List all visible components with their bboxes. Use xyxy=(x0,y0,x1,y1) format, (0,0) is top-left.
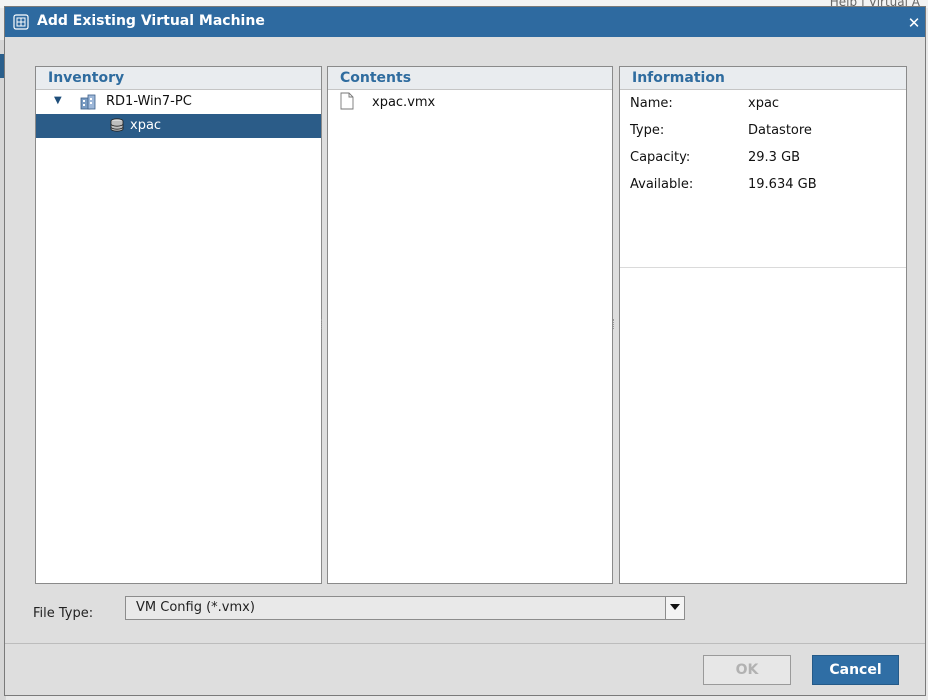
add-existing-vm-dialog: Add Existing Virtual Machine ✕ Inventory… xyxy=(4,6,926,696)
information-header: Information xyxy=(620,67,906,90)
file-type-label: File Type: xyxy=(33,606,94,621)
splitter-handle[interactable] xyxy=(321,319,324,329)
tree-item-datastore[interactable]: xpac xyxy=(36,114,321,138)
tree-item-label: xpac xyxy=(130,118,162,133)
file-type-value: VM Config (*.vmx) xyxy=(136,600,255,615)
inventory-header: Inventory xyxy=(36,67,321,90)
file-icon xyxy=(340,92,354,110)
info-label: Name: xyxy=(630,96,673,111)
info-label: Available: xyxy=(630,177,694,192)
tree-item-label: RD1-Win7-PC xyxy=(106,94,192,109)
close-icon[interactable]: ✕ xyxy=(906,15,922,31)
ok-button[interactable]: OK xyxy=(703,655,791,685)
splitter-handle[interactable] xyxy=(613,319,616,329)
host-icon xyxy=(80,94,96,110)
vm-add-icon xyxy=(13,14,29,30)
info-row-type: Type: Datastore xyxy=(620,117,906,144)
dialog-title: Add Existing Virtual Machine xyxy=(37,13,265,29)
info-value: Datastore xyxy=(748,123,812,138)
info-value: 19.634 GB xyxy=(748,177,817,192)
expand-arrow-icon[interactable]: ▼ xyxy=(54,95,62,106)
inventory-panel: Inventory ▼ RD1-Win7-PC xpac xyxy=(35,66,322,584)
file-name: xpac.vmx xyxy=(372,95,436,110)
info-row-available: Available: 19.634 GB xyxy=(620,171,906,198)
information-panel: Information Name: xpac Type: Datastore C… xyxy=(619,66,907,584)
info-divider xyxy=(620,267,906,268)
info-row-name: Name: xpac xyxy=(620,90,906,117)
chevron-down-icon[interactable] xyxy=(665,597,684,619)
tree-item-host[interactable]: ▼ RD1-Win7-PC xyxy=(36,90,321,114)
datastore-icon xyxy=(110,118,124,132)
footer-separator xyxy=(5,643,925,644)
file-type-select[interactable]: VM Config (*.vmx) xyxy=(125,596,685,620)
contents-panel: Contents xpac.vmx xyxy=(327,66,613,584)
dialog-titlebar[interactable]: Add Existing Virtual Machine ✕ xyxy=(5,7,925,37)
info-label: Capacity: xyxy=(630,150,691,165)
file-item[interactable]: xpac.vmx xyxy=(328,90,612,116)
info-row-capacity: Capacity: 29.3 GB xyxy=(620,144,906,171)
info-value: xpac xyxy=(748,96,780,111)
info-label: Type: xyxy=(630,123,665,138)
info-value: 29.3 GB xyxy=(748,150,801,165)
screen: Help | Virtual A Add Existing Virtual Ma… xyxy=(0,0,928,700)
cancel-button[interactable]: Cancel xyxy=(812,655,899,685)
contents-header: Contents xyxy=(328,67,612,90)
